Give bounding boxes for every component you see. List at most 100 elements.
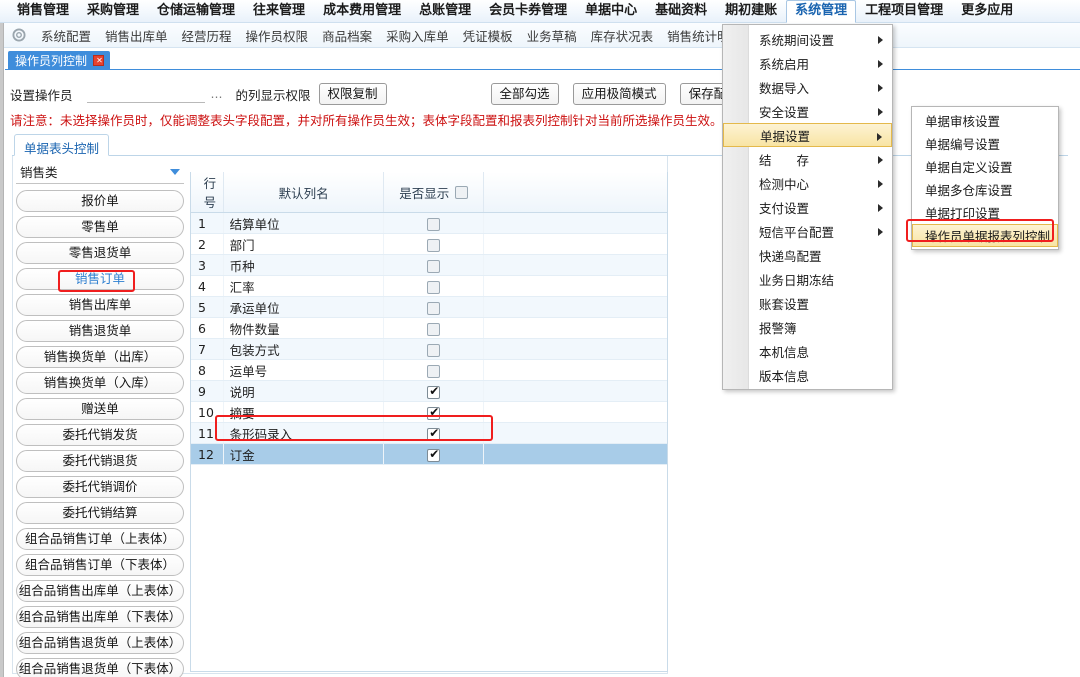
cell-show[interactable] — [384, 402, 484, 423]
system-menu-item-0[interactable]: 系统期间设置 — [723, 27, 892, 51]
sidebar-item-6[interactable]: 销售换货单（出库） — [16, 346, 184, 368]
cell-show[interactable] — [384, 276, 484, 297]
menu-item-0[interactable]: 销售管理 — [8, 0, 78, 22]
sidebar-item-13[interactable]: 组合品销售订单（上表体） — [16, 528, 184, 550]
cell-show[interactable] — [384, 381, 484, 402]
show-checkbox[interactable] — [427, 386, 440, 399]
sidebar-item-14[interactable]: 组合品销售订单（下表体） — [16, 554, 184, 576]
system-menu-item-2[interactable]: 数据导入 — [723, 75, 892, 99]
menu-item-5[interactable]: 总账管理 — [410, 0, 480, 22]
document-tab-operator-column-control[interactable]: 操作员列控制 — [8, 51, 110, 69]
menu-item-7[interactable]: 单据中心 — [576, 0, 646, 22]
system-menu-item-11[interactable]: 账套设置 — [723, 291, 892, 315]
minimal-mode-button[interactable]: 应用极简模式 — [573, 83, 666, 105]
chevron-down-icon[interactable] — [170, 169, 180, 175]
quick-item-0[interactable]: 系统配置 — [34, 24, 98, 47]
show-checkbox[interactable] — [427, 239, 440, 252]
quick-item-5[interactable]: 采购入库单 — [379, 24, 456, 47]
show-checkbox[interactable] — [427, 281, 440, 294]
show-checkbox[interactable] — [427, 428, 440, 441]
menu-item-2[interactable]: 仓储运输管理 — [148, 0, 244, 22]
quick-item-1[interactable]: 销售出库单 — [98, 24, 175, 47]
show-checkbox[interactable] — [427, 344, 440, 357]
table-row[interactable]: 6物件数量 — [191, 318, 668, 339]
system-menu-item-9[interactable]: 快递鸟配置 — [723, 243, 892, 267]
table-row[interactable]: 12订金 — [191, 444, 668, 465]
system-menu-item-14[interactable]: 版本信息 — [723, 363, 892, 387]
system-menu-item-6[interactable]: 检测中心 — [723, 171, 892, 195]
sidebar-item-11[interactable]: 委托代销调价 — [16, 476, 184, 498]
cell-show[interactable] — [384, 318, 484, 339]
cell-show[interactable] — [384, 423, 484, 444]
document-settings-item-0[interactable]: 单据审核设置 — [912, 109, 1058, 132]
document-settings-item-2[interactable]: 单据自定义设置 — [912, 155, 1058, 178]
check-all-button[interactable]: 全部勾选 — [491, 83, 559, 105]
document-settings-item-4[interactable]: 单据打印设置 — [912, 201, 1058, 224]
table-row[interactable]: 7包装方式 — [191, 339, 668, 360]
cell-show[interactable] — [384, 297, 484, 318]
sidebar-item-3[interactable]: 销售订单 — [16, 268, 184, 290]
menu-item-12[interactable]: 更多应用 — [952, 0, 1022, 22]
system-menu-item-4[interactable]: 单据设置 — [723, 123, 892, 147]
select-all-checkbox[interactable] — [455, 186, 468, 199]
cell-show[interactable] — [384, 255, 484, 276]
sidebar-item-17[interactable]: 组合品销售退货单（上表体） — [16, 632, 184, 654]
cell-show[interactable] — [384, 444, 484, 465]
system-menu-item-13[interactable]: 本机信息 — [723, 339, 892, 363]
sidebar-item-16[interactable]: 组合品销售出库单（下表体） — [16, 606, 184, 628]
menu-item-1[interactable]: 采购管理 — [78, 0, 148, 22]
sidebar-item-7[interactable]: 销售换货单（入库） — [16, 372, 184, 394]
quick-item-6[interactable]: 凭证模板 — [456, 24, 520, 47]
operator-input[interactable] — [87, 85, 205, 103]
quick-item-2[interactable]: 经营历程 — [175, 24, 239, 47]
column-header-show[interactable]: 是否显示 — [384, 172, 484, 213]
menu-item-6[interactable]: 会员卡券管理 — [480, 0, 576, 22]
menu-item-4[interactable]: 成本费用管理 — [314, 0, 410, 22]
gear-icon[interactable] — [12, 28, 26, 42]
show-checkbox[interactable] — [427, 218, 440, 231]
system-menu-item-12[interactable]: 报警簿 — [723, 315, 892, 339]
system-menu-item-8[interactable]: 短信平台配置 — [723, 219, 892, 243]
table-row[interactable]: 9说明 — [191, 381, 668, 402]
sidebar-item-10[interactable]: 委托代销退货 — [16, 450, 184, 472]
system-menu-item-7[interactable]: 支付设置 — [723, 195, 892, 219]
sidebar-item-0[interactable]: 报价单 — [16, 190, 184, 212]
column-header-rownum[interactable]: 行号 — [191, 172, 223, 213]
system-menu-item-5[interactable]: 结 存 — [723, 147, 892, 171]
column-header-colname[interactable]: 默认列名 — [223, 172, 384, 213]
menu-item-9[interactable]: 期初建账 — [716, 0, 786, 22]
operator-picker-ellipsis[interactable]: … — [211, 87, 224, 101]
tab-document-header-control[interactable]: 单据表头控制 — [14, 134, 109, 156]
table-row[interactable]: 8运单号 — [191, 360, 668, 381]
menu-item-11[interactable]: 工程项目管理 — [856, 0, 952, 22]
system-menu-item-1[interactable]: 系统启用 — [723, 51, 892, 75]
table-row[interactable]: 3币种 — [191, 255, 668, 276]
show-checkbox[interactable] — [427, 449, 440, 462]
cell-show[interactable] — [384, 360, 484, 381]
menu-item-8[interactable]: 基础资料 — [646, 0, 716, 22]
system-menu-item-10[interactable]: 业务日期冻结 — [723, 267, 892, 291]
table-row[interactable]: 1结算单位 — [191, 213, 668, 234]
cell-show[interactable] — [384, 339, 484, 360]
table-row[interactable]: 4汇率 — [191, 276, 668, 297]
sidebar-item-8[interactable]: 赠送单 — [16, 398, 184, 420]
cell-show[interactable] — [384, 234, 484, 255]
cell-show[interactable] — [384, 213, 484, 234]
sidebar-item-12[interactable]: 委托代销结算 — [16, 502, 184, 524]
table-row[interactable]: 10摘要 — [191, 402, 668, 423]
quick-item-8[interactable]: 库存状况表 — [584, 24, 661, 47]
quick-item-3[interactable]: 操作员权限 — [239, 24, 316, 47]
sidebar-item-18[interactable]: 组合品销售退货单（下表体） — [16, 658, 184, 677]
sidebar-item-9[interactable]: 委托代销发货 — [16, 424, 184, 446]
show-checkbox[interactable] — [427, 365, 440, 378]
sidebar-item-4[interactable]: 销售出库单 — [16, 294, 184, 316]
sidebar-item-2[interactable]: 零售退货单 — [16, 242, 184, 264]
document-settings-item-3[interactable]: 单据多仓库设置 — [912, 178, 1058, 201]
menu-item-10[interactable]: 系统管理 — [786, 0, 856, 23]
menu-item-3[interactable]: 往来管理 — [244, 0, 314, 22]
show-checkbox[interactable] — [427, 260, 440, 273]
table-row[interactable]: 11条形码录入 — [191, 423, 668, 444]
show-checkbox[interactable] — [427, 323, 440, 336]
table-row[interactable]: 2部门 — [191, 234, 668, 255]
permission-copy-button[interactable]: 权限复制 — [319, 83, 387, 105]
